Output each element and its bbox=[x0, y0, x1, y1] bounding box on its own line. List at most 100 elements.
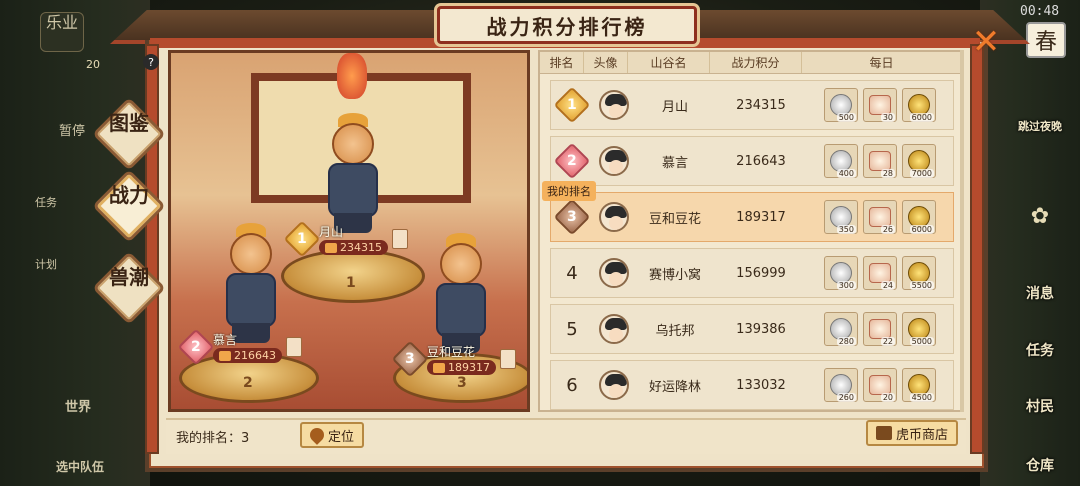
header-rank: 排名 bbox=[540, 52, 584, 73]
character-body bbox=[328, 163, 378, 217]
reward-silver[interactable]: 280 bbox=[824, 312, 858, 346]
help-icon[interactable]: ? bbox=[143, 54, 159, 70]
power-score: 234315 bbox=[736, 97, 786, 113]
reward-item[interactable]: 24 bbox=[863, 256, 897, 290]
reward-gold[interactable]: 5000 bbox=[902, 312, 936, 346]
reward-item[interactable]: 26 bbox=[863, 200, 897, 234]
reward-item[interactable]: 20 bbox=[863, 368, 897, 402]
reward-item[interactable]: 22 bbox=[863, 312, 897, 346]
tab-power[interactable]: 战力 bbox=[103, 184, 155, 206]
podium-tag-1: 1 月山 234315 bbox=[283, 220, 408, 258]
podium-name: 豆和豆花 bbox=[427, 345, 476, 359]
level-badge: 20 bbox=[86, 58, 100, 71]
daily-rewards: 350 26 6000 bbox=[807, 200, 953, 234]
warehouse-button[interactable]: 仓库 bbox=[1010, 455, 1070, 475]
reward-silver[interactable]: 500 bbox=[824, 88, 858, 122]
table-row-mine[interactable]: 3 豆和豆花 189317 350 26 6000 bbox=[550, 192, 954, 242]
reward-silver[interactable]: 400 bbox=[824, 144, 858, 178]
power-score: 216643 bbox=[736, 153, 786, 169]
reward-item[interactable]: 30 bbox=[863, 88, 897, 122]
villager-button[interactable]: 村民 bbox=[1010, 396, 1070, 416]
header-daily: 每日 bbox=[869, 56, 894, 70]
valley-name: 乌托邦 bbox=[655, 323, 695, 339]
character-rank-2[interactable] bbox=[216, 223, 286, 343]
close-icon[interactable]: ✕ bbox=[968, 22, 1004, 62]
plan-side-label[interactable]: 计划 bbox=[24, 258, 68, 272]
avatar bbox=[599, 90, 629, 120]
daily-rewards: 260 20 4500 bbox=[807, 368, 953, 402]
table-row[interactable]: 4 赛博小窝 156999 300 24 5500 bbox=[550, 248, 954, 298]
power-score: 156999 bbox=[736, 265, 786, 281]
rank-cell: 6 bbox=[566, 374, 578, 396]
skip-night-button[interactable]: 跳过夜晚 bbox=[1010, 118, 1070, 134]
my-rank-badge: 我的排名 bbox=[542, 181, 596, 201]
reward-gold[interactable]: 5500 bbox=[902, 256, 936, 290]
reward-silver[interactable]: 350 bbox=[824, 200, 858, 234]
silver-medal-icon: 2 bbox=[553, 142, 591, 180]
power-score: 189317 bbox=[736, 209, 786, 225]
gold-medal-icon: 1 bbox=[553, 86, 591, 124]
table-scrollbar[interactable] bbox=[960, 50, 964, 412]
reward-silver[interactable]: 260 bbox=[824, 368, 858, 402]
score-icon bbox=[219, 350, 231, 361]
medal-icon: 2 bbox=[177, 328, 215, 366]
character-body bbox=[226, 273, 276, 327]
reward-gold[interactable]: 6000 bbox=[902, 200, 936, 234]
table-row[interactable]: 2 慕言 216643 400 28 7000 bbox=[550, 136, 954, 186]
valley-name: 赛博小窝 bbox=[648, 267, 701, 283]
table-row[interactable]: 1 月山 234315 500 30 6000 bbox=[550, 80, 954, 130]
valley-name: 好运降林 bbox=[648, 379, 701, 395]
valley-name: 月山 bbox=[661, 99, 688, 115]
pause-button[interactable]: 暂停 bbox=[50, 120, 94, 139]
podium-score: 189317 bbox=[427, 360, 496, 375]
header-avatar: 头像 bbox=[584, 52, 628, 73]
reward-silver[interactable]: 300 bbox=[824, 256, 858, 290]
reward-item[interactable]: 28 bbox=[863, 144, 897, 178]
reward-gold[interactable]: 6000 bbox=[902, 88, 936, 122]
reward-gold[interactable]: 7000 bbox=[902, 144, 936, 178]
task-button[interactable]: 任务 bbox=[1010, 340, 1070, 360]
locate-button[interactable]: 定位 bbox=[300, 422, 365, 448]
message-button[interactable]: 消息 bbox=[1010, 283, 1070, 303]
location-pin-icon bbox=[307, 425, 327, 445]
podium-scene: 1 2 3 1 月山 234315 2 慕言 216643 3 豆和豆花 189… bbox=[168, 50, 530, 412]
character-head bbox=[230, 233, 272, 275]
table-row[interactable]: 5 乌托邦 139386 280 22 5000 bbox=[550, 304, 954, 354]
daily-rewards: 280 22 5000 bbox=[807, 312, 953, 346]
podium-tag-3: 3 豆和豆花 189317 bbox=[391, 340, 516, 378]
character-rank-3[interactable] bbox=[426, 233, 496, 353]
podium-name: 慕言 bbox=[213, 333, 238, 347]
item-icon bbox=[869, 375, 891, 395]
clock-time: 00:48 bbox=[1020, 4, 1060, 19]
item-icon bbox=[869, 95, 891, 115]
item-icon bbox=[869, 207, 891, 227]
tab-collection[interactable]: 图鉴 bbox=[103, 112, 155, 134]
avatar bbox=[599, 314, 629, 344]
valley-name: 慕言 bbox=[661, 155, 688, 171]
career-button[interactable]: 乐业 bbox=[40, 12, 84, 52]
card-icon bbox=[286, 337, 302, 357]
card-icon bbox=[392, 229, 408, 249]
table-row[interactable]: 6 好运降林 133032 260 20 4500 bbox=[550, 360, 954, 410]
daily-rewards: 300 24 5500 bbox=[807, 256, 953, 290]
flower-icon[interactable]: ✿ bbox=[1022, 204, 1058, 232]
reward-gold[interactable]: 4500 bbox=[902, 368, 936, 402]
ranking-table: 排名 头像 山谷名 战力积分 每日 1 月山 234315 500 30 600… bbox=[538, 50, 963, 412]
team-select-button[interactable]: 选中队伍 bbox=[48, 458, 112, 475]
character-rank-1[interactable] bbox=[318, 113, 388, 233]
rank-cell: 5 bbox=[566, 318, 578, 340]
tiger-coin-shop-button[interactable]: 虎币商店 bbox=[866, 420, 959, 446]
podium-score: 216643 bbox=[213, 348, 282, 363]
rank-cell: 4 bbox=[566, 262, 578, 284]
table-header: 排名 头像 山谷名 战力积分 每日 bbox=[540, 52, 961, 74]
avatar-cell bbox=[593, 146, 635, 176]
medal-icon: 3 bbox=[391, 340, 429, 378]
tab-beast-tide[interactable]: 兽潮 bbox=[103, 266, 155, 288]
world-button[interactable]: 世界 bbox=[56, 396, 100, 415]
pedestal-2-number: 2 bbox=[243, 375, 253, 391]
my-rank-text: 我的排名：3 bbox=[176, 431, 250, 446]
pedestal-1-number: 1 bbox=[346, 275, 356, 291]
task-side-label[interactable]: 任务 bbox=[24, 196, 68, 210]
avatar bbox=[599, 202, 629, 232]
lantern bbox=[337, 53, 367, 99]
